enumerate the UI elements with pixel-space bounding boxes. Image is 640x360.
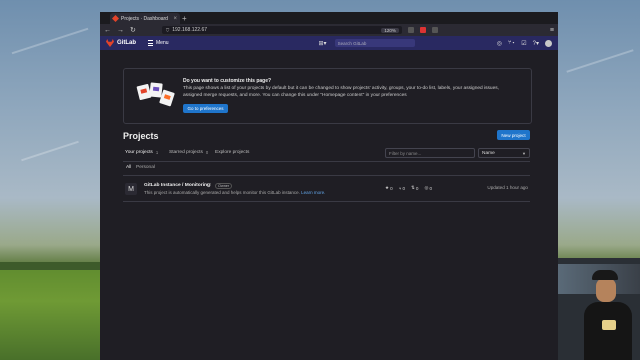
- extension-icon[interactable]: [419, 27, 426, 33]
- tab-all[interactable]: All: [126, 165, 131, 170]
- browser-tab-bar: Projects · Dashboard · Git × +: [100, 12, 558, 24]
- lock-icon: ⛉: [165, 27, 170, 33]
- customize-illustration: [136, 79, 178, 111]
- search-input[interactable]: Search GitLab: [334, 39, 415, 47]
- close-tab-icon[interactable]: ×: [173, 16, 177, 22]
- menu-label: Menu: [156, 40, 169, 46]
- tab-starred-projects[interactable]: Starred projects 0: [169, 150, 208, 155]
- tab-label: Starred projects: [169, 150, 203, 155]
- projects-tabs: Your projects 1 Starred projects 0 Explo…: [123, 146, 530, 162]
- tab-explore-projects[interactable]: Explore projects: [215, 150, 249, 155]
- banner-title: Do you want to customize this page?: [183, 78, 272, 84]
- address-bar-url: 192.168.122.67: [172, 27, 208, 33]
- address-bar[interactable]: ⛉ 192.168.122.67 120%: [161, 26, 402, 34]
- tab-count: 1: [155, 150, 159, 155]
- person-face: [596, 278, 616, 302]
- project-list-item[interactable]: M GitLab Instance / Monitoring ⛉ Owner T…: [123, 175, 530, 202]
- tab-label: Explore projects: [215, 150, 250, 155]
- zoom-level[interactable]: 120%: [381, 27, 399, 33]
- menu-button[interactable]: Menu: [148, 40, 169, 46]
- browser-nav-bar: ← → ↻ ⛉ 192.168.122.67 120% ≡: [100, 24, 558, 36]
- merge-request-icon: ⇅: [411, 185, 415, 190]
- create-new-icon[interactable]: ⊞▾: [319, 40, 327, 47]
- webcam-overlay: [558, 258, 640, 360]
- role-badge: Owner: [215, 183, 233, 189]
- shirt-logo: [602, 320, 616, 330]
- header-icons: ◎ ⑂▾ ☑ ?▾: [497, 39, 552, 47]
- browser-tab[interactable]: Projects · Dashboard · Git ×: [110, 13, 180, 24]
- stars-count[interactable]: ★ 0: [385, 185, 393, 191]
- issues-count[interactable]: ◎ 0: [424, 185, 432, 191]
- reload-icon[interactable]: ↻: [130, 26, 136, 34]
- tab-count: 0: [205, 150, 209, 155]
- issues-icon: ◎: [424, 185, 429, 190]
- extension-icon[interactable]: [407, 27, 414, 33]
- go-to-preferences-button[interactable]: Go to preferences: [183, 104, 228, 113]
- gitlab-header: GitLab Menu ⊞▾ Search GitLab ◎ ⑂▾ ☑ ?▾: [100, 36, 558, 50]
- todos-icon[interactable]: ☑: [521, 40, 526, 47]
- user-avatar[interactable]: [545, 39, 552, 47]
- browser-window: Projects · Dashboard · Git × + ← → ↻ ⛉ 1…: [100, 12, 558, 360]
- hamburger-icon: [148, 40, 153, 46]
- gitlab-logo-icon[interactable]: [106, 39, 114, 47]
- customize-homepage-banner: Do you want to customize this page? This…: [123, 68, 532, 124]
- sort-value: Name: [482, 150, 495, 156]
- forward-icon[interactable]: →: [117, 27, 124, 34]
- fork-icon: ⑂: [398, 185, 402, 191]
- updated-timestamp: Updated 1 hour ago: [487, 185, 528, 190]
- tree-line: [0, 262, 100, 270]
- merge-requests-count[interactable]: ⇅ 0: [411, 185, 418, 191]
- new-tab-button[interactable]: +: [182, 14, 187, 23]
- chevron-down-icon: ▼: [522, 150, 526, 156]
- new-project-button[interactable]: New project: [497, 130, 530, 140]
- banner-body: This page shows a list of your projects …: [183, 86, 499, 98]
- merge-requests-icon[interactable]: ⑂▾: [508, 40, 515, 46]
- project-name-link[interactable]: GitLab Instance / Monitoring: [144, 183, 210, 188]
- gitlab-favicon-icon: [111, 14, 120, 23]
- tab-label: Your projects: [125, 150, 153, 155]
- filter-by-name-input[interactable]: Filter by name...: [385, 148, 475, 158]
- gitlab-brand[interactable]: GitLab: [117, 40, 136, 46]
- shield-icon: ⛉: [207, 183, 211, 189]
- sky-streak: [566, 49, 634, 73]
- back-icon[interactable]: ←: [104, 27, 111, 34]
- forks-count[interactable]: ⑂ 0: [399, 185, 405, 191]
- browser-tab-title: Projects · Dashboard · Git: [121, 15, 170, 22]
- help-icon[interactable]: ?▾: [533, 40, 539, 47]
- issues-icon[interactable]: ◎: [497, 40, 502, 47]
- learn-more-link[interactable]: Learn more.: [301, 190, 325, 195]
- page-title: Projects: [123, 131, 159, 141]
- project-description-text: This project is automatically generated …: [144, 190, 300, 195]
- star-icon: ★: [385, 185, 390, 190]
- sky-streak: [21, 140, 79, 162]
- tab-your-projects[interactable]: Your projects 1: [125, 150, 158, 155]
- project-avatar[interactable]: M: [125, 183, 137, 195]
- project-description: This project is automatically generated …: [144, 190, 325, 195]
- project-stats: ★ 0 ⑂ 0 ⇅ 0 ◎ 0: [385, 185, 432, 191]
- tab-personal[interactable]: Personal: [136, 165, 155, 170]
- browser-menu-icon[interactable]: ≡: [550, 27, 554, 34]
- person-body: [584, 302, 632, 360]
- projects-page: Do you want to customize this page? This…: [100, 50, 558, 360]
- extension-icon[interactable]: [431, 27, 438, 33]
- sky-streak: [11, 27, 89, 55]
- sort-dropdown[interactable]: Name ▼: [478, 148, 530, 158]
- person-cap: [592, 270, 618, 280]
